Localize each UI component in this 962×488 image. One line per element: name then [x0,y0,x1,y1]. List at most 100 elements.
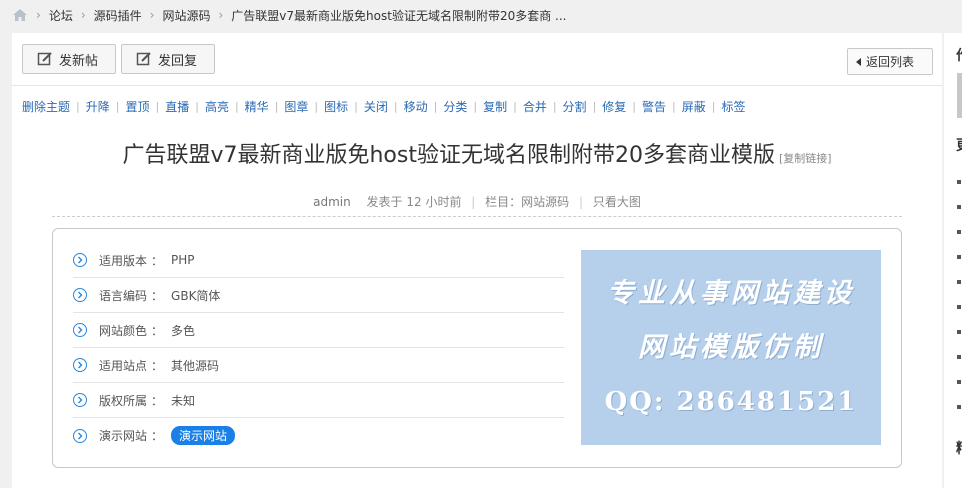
chevron-circle-icon [73,253,87,267]
sidebar-thumbnail[interactable] [957,73,962,118]
info-row: 适用版本： PHP [73,243,564,278]
info-value: 其他源码 [171,358,220,373]
breadcrumb-website-source[interactable]: 网站源码 [162,7,210,24]
mod-action-6[interactable]: 图章 [284,98,308,115]
info-label: 版权所属 [99,393,148,408]
thread-meta: admin 发表于 12 小时前 | 栏目：网站源码 | 只看大图 [12,193,942,210]
sidebar-bullet [957,305,961,309]
info-colon: ： [151,323,164,338]
mod-separator: | [711,99,716,113]
mod-separator: | [115,99,120,113]
mod-action-14[interactable]: 修复 [602,98,626,115]
mod-action-9[interactable]: 移动 [404,98,428,115]
thread-title: 广告联盟v7最新商业版免host验证无域名限制附带20多套商业模版 [122,143,775,168]
info-label: 适用版本 [99,253,148,268]
dashed-divider [52,216,902,217]
info-value: PHP [171,253,195,267]
info-row: 语言编码： GBK简体 [73,278,564,313]
mod-action-17[interactable]: 标签 [721,98,745,115]
back-to-list-button[interactable]: 返回列表 [847,48,933,75]
mod-action-10[interactable]: 分类 [443,98,467,115]
column-link[interactable]: 栏目：网站源码 [485,195,569,209]
banner-qq: QQ: 286481521 [604,386,858,417]
breadcrumb-plugins[interactable]: 源码插件 [94,7,142,24]
promo-banner: 专业从事网站建设 网站模版仿制 QQ: 286481521 [581,250,881,445]
info-row: 演示网站：演示网站 [73,418,564,453]
source-info-box: 适用版本： PHP 语言编码： GBK简体 网站颜色：多色 适用站点：其他源码 版权所属：未… [52,228,902,468]
new-post-button[interactable]: 发新帖 [22,44,116,74]
info-colon: ： [151,429,164,443]
mod-action-12[interactable]: 合并 [523,98,547,115]
source-info-list: 适用版本： PHP 语言编码： GBK简体 网站颜色：多色 适用站点：其他源码 版权所属：未… [73,243,564,453]
thread-main-panel: 发新帖 发回复 返回列表 删除主题 | 升降 | 置顶 | 直播 | 高亮 | 精华 | 图章 | 图标 | 关… [12,33,942,488]
mod-separator: | [274,99,279,113]
thread-title-row: 广告联盟v7最新商业版免host验证无域名限制附带20多套商业模版 [复制链接] [12,137,942,169]
home-icon[interactable] [12,8,28,22]
mod-separator: | [354,99,358,113]
reply-button[interactable]: 发回复 [121,44,215,74]
info-label: 语言编码 [99,288,148,303]
mod-separator: | [513,99,517,113]
sidebar-bullet [957,380,961,384]
chevron-circle-icon [73,288,87,302]
banner-line-1: 专业从事网站建设 [607,277,855,309]
sidebar-bullet [957,330,961,334]
mod-action-13[interactable]: 分割 [563,98,587,115]
post-time: 发表于 12 小时前 [366,195,462,209]
mod-action-7[interactable]: 图标 [324,98,348,115]
info-label: 适用站点 [99,358,148,373]
mod-separator: | [195,99,199,113]
mod-separator: | [155,99,160,113]
mod-action-0[interactable]: 删除主题 [22,98,70,115]
demo-site-button[interactable]: 演示网站 [171,426,236,445]
banner-line-2: 网站模版仿制 [638,331,824,363]
breadcrumb: › 论坛 › 源码插件 › 网站源码 › 广告联盟v7最新商业版免host验证无… [0,0,962,30]
breadcrumb-separator: › [36,8,41,22]
mod-action-15[interactable]: 警告 [642,98,666,115]
right-sidebar: 作 更 精 [944,33,962,488]
sidebar-heading-fragment: 精 [956,438,962,458]
breadcrumb-separator: › [149,8,155,22]
info-row: 版权所属： 未知 [73,383,564,418]
info-row: 适用站点： 其他源码 [73,348,564,383]
chevron-circle-icon [73,428,87,443]
sidebar-bullet [957,230,961,234]
copy-link[interactable]: [复制链接] [779,152,832,165]
mod-action-11[interactable]: 复制 [483,98,507,115]
mod-action-16[interactable]: 屏蔽 [682,98,706,115]
edit-icon [136,52,151,66]
mod-action-5[interactable]: 精华 [245,98,269,115]
chevron-circle-icon [73,393,87,407]
view-large-image-link[interactable]: 只看大图 [593,195,641,209]
sidebar-bullet [957,255,961,259]
mod-action-3[interactable]: 直播 [165,98,189,115]
mod-action-4[interactable]: 高亮 [205,98,229,115]
edit-icon [37,52,52,66]
reply-label: 发回复 [158,53,198,69]
caret-left-icon [856,57,861,66]
moderation-toolbar: 删除主题 | 升降 | 置顶 | 直播 | 高亮 | 精华 | 图章 | 图标 | 关闭 | 移动 | 分类 | 复制 | 合并… [22,98,746,114]
breadcrumb-current-thread: 广告联盟v7最新商业版免host验证无域名限制附带20多套商 ... [231,8,567,23]
info-value: GBK简体 [171,288,221,303]
info-colon: ： [151,393,164,408]
mod-separator: | [234,99,239,113]
author-link[interactable]: admin [313,195,351,209]
info-label: 演示网站 [99,429,148,443]
info-value: 未知 [171,393,196,408]
meta-separator: | [471,195,476,209]
sidebar-bullet [957,205,961,209]
breadcrumb-forum[interactable]: 论坛 [49,7,73,24]
info-value: 多色 [171,323,196,338]
chevron-circle-icon [73,358,87,372]
divider [12,85,942,86]
sidebar-heading-fragment: 更 [956,135,962,155]
info-colon: ： [151,358,164,373]
mod-action-2[interactable]: 置顶 [125,98,149,115]
mod-separator: | [552,99,557,113]
mod-action-1[interactable]: 升降 [86,98,110,115]
mod-separator: | [314,99,319,113]
mod-action-8[interactable]: 关闭 [364,98,388,115]
chevron-circle-icon [73,323,87,337]
mod-separator: | [393,99,398,113]
info-row: 网站颜色： 多色 [73,313,564,348]
